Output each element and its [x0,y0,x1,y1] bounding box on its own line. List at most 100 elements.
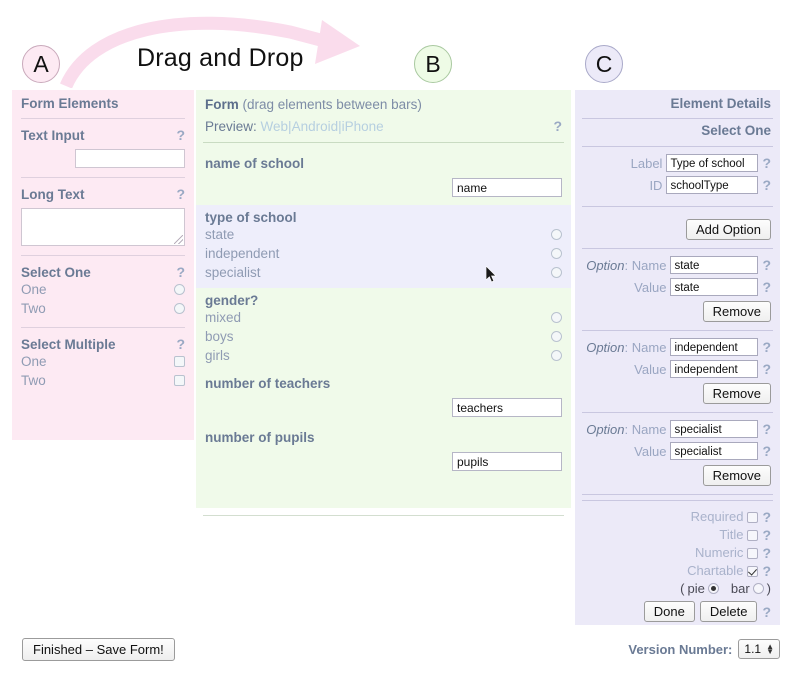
name-word: Name [631,421,667,437]
palette-item-text-input[interactable]: Text Input ? [12,119,194,177]
help-icon[interactable]: ? [176,264,185,280]
radio-icon[interactable] [551,312,562,323]
help-icon[interactable]: ? [762,443,771,459]
form-field-type-of-school[interactable]: type of school state independent special… [196,205,571,288]
option-label: One [21,354,47,369]
radio-icon[interactable] [551,331,562,342]
palette-item-label: Select Multiple [21,337,116,352]
option-value-row: Value specialist ? [584,442,771,460]
form-option-row[interactable]: girls [205,346,562,365]
label-field-input[interactable]: Type of school [666,154,759,172]
option-value-input[interactable]: specialist [670,442,759,460]
checkbox-icon[interactable] [174,375,185,386]
radio-icon[interactable] [551,229,562,240]
option-row[interactable]: Two [21,371,185,390]
preview-link-android[interactable]: Android [292,119,339,134]
palette-item-select-one[interactable]: Select One ? One Two [12,256,194,327]
help-icon[interactable]: ? [762,421,771,437]
open-paren: ( [680,581,685,596]
form-option-row[interactable]: independent [205,244,562,263]
radio-icon[interactable] [174,303,185,314]
option-name-input[interactable]: state [670,256,759,274]
palette-item-long-text[interactable]: Long Text ? [12,178,194,255]
form-field-label: type of school [205,210,297,225]
form-field-value[interactable]: pupils [452,452,562,471]
help-icon[interactable]: ? [176,186,185,202]
palette-item-label: Select One [21,265,91,280]
form-field-value[interactable]: name [452,178,562,197]
add-option-row: Add Option [584,219,771,240]
help-icon[interactable]: ? [762,526,771,544]
checkbox-icon[interactable] [747,565,759,577]
palette-item-select-multiple[interactable]: Select Multiple ? One Two [12,328,194,399]
finished-save-form-button[interactable]: Finished – Save Form! [22,638,175,661]
form-elements-title: Form Elements [21,96,119,111]
help-icon[interactable]: ? [762,177,771,193]
option-row[interactable]: Two [21,299,185,318]
checkbox-icon[interactable] [747,511,759,523]
help-icon[interactable]: ? [762,339,771,355]
element-flags-section: Required ? Title ? Numeric ? Chartable ?… [575,501,780,630]
checkbox-icon[interactable] [747,529,759,541]
add-option-button[interactable]: Add Option [685,219,771,240]
form-option-label: mixed [205,310,242,325]
radio-icon[interactable] [551,248,562,259]
radio-icon-pie[interactable] [707,583,719,594]
form-canvas-title-hint: (drag elements between bars) [238,97,422,112]
form-option-row[interactable]: boys [205,327,562,346]
help-icon[interactable]: ? [176,127,185,143]
help-icon[interactable]: ? [762,155,771,171]
mouse-cursor-icon [486,266,497,283]
id-field-label: ID [649,177,663,193]
preview-link-iphone[interactable]: iPhone [342,119,384,134]
form-field-gender[interactable]: gender? mixed boys girls [196,288,571,371]
help-icon[interactable]: ? [762,562,771,580]
option-row[interactable]: One [21,280,185,299]
form-option-row[interactable]: state [205,225,562,244]
option-editor-independent: Option: Name independent ? Value indepen… [575,331,780,412]
palette-item-label: Text Input [21,128,85,143]
checkbox-icon[interactable] [747,547,759,559]
form-option-row[interactable]: mixed [205,308,562,327]
annotation-circle-b: B [414,45,452,83]
chart-type-row: ( pie bar ) [584,581,771,596]
checkbox-icon[interactable] [174,356,185,367]
option-name-input[interactable]: specialist [670,420,759,438]
help-icon[interactable]: ? [553,118,562,134]
name-word: Name [631,339,667,355]
id-field-input[interactable]: schoolType [666,176,759,194]
radio-icon[interactable] [551,350,562,361]
chevron-updown-icon: ▲ ▼ [766,642,774,656]
textarea-preview[interactable] [21,208,185,246]
remove-option-button[interactable]: Remove [702,301,771,322]
option-name-input[interactable]: independent [670,338,759,356]
form-field-value[interactable]: teachers [452,398,562,417]
help-icon[interactable]: ? [762,361,771,377]
form-option-row[interactable]: specialist [205,263,562,282]
text-input-preview[interactable] [75,149,185,168]
help-icon[interactable]: ? [762,279,771,295]
element-actions-row: Done Delete ? [584,601,771,622]
delete-button[interactable]: Delete [699,601,758,622]
option-name-label: Option: Name [586,421,667,437]
option-row[interactable]: One [21,352,185,371]
help-icon[interactable]: ? [762,257,771,273]
divider [203,515,564,516]
remove-option-button[interactable]: Remove [702,465,771,486]
done-button[interactable]: Done [643,601,695,622]
help-icon[interactable]: ? [762,604,771,620]
radio-icon[interactable] [174,284,185,295]
option-value-input[interactable]: independent [670,360,759,378]
remove-option-button[interactable]: Remove [702,383,771,404]
preview-link-web[interactable]: Web [261,119,289,134]
help-icon[interactable]: ? [176,336,185,352]
radio-icon-bar[interactable] [752,583,764,594]
help-icon[interactable]: ? [762,544,771,562]
radio-icon[interactable] [551,267,562,278]
form-field-number-of-pupils[interactable]: number of pupils pupils [196,425,571,479]
help-icon[interactable]: ? [762,508,771,526]
form-field-name-of-school[interactable]: name of school name [196,151,571,205]
option-value-input[interactable]: state [670,278,759,296]
form-field-number-of-teachers[interactable]: number of teachers teachers [196,371,571,425]
version-number-select[interactable]: 1.1 ▲ ▼ [738,639,780,659]
